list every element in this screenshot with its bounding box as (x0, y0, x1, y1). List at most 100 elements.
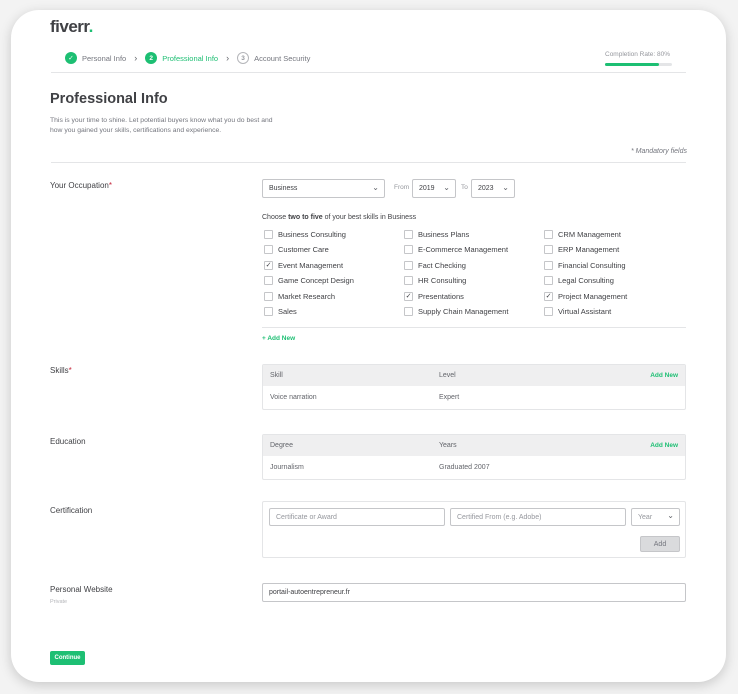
certification-form: Certificate or Award Certified From (e.g… (262, 501, 686, 558)
to-year-select[interactable]: 2023 ⌄ (471, 179, 515, 198)
step-number: 3 (237, 52, 250, 64)
add-certification-button[interactable]: Add (640, 536, 680, 552)
year-placeholder: Year (638, 513, 653, 521)
progress-steps: ✓ Personal Info › 2 Professional Info › … (65, 52, 310, 64)
skill-cell: Voice narration (270, 394, 317, 401)
skills-table-header: Skill Level Add New (263, 365, 685, 386)
step-label: Account Security (254, 53, 311, 63)
skill-checkbox-item[interactable]: Legal Consulting (544, 276, 614, 286)
checkbox[interactable] (404, 276, 413, 286)
skill-checkbox-item[interactable]: HR Consulting (404, 276, 467, 286)
skill-checkbox-item[interactable]: Business Consulting (264, 230, 346, 239)
skill-checkbox-label: Sales (278, 307, 297, 316)
checkbox[interactable] (264, 307, 273, 316)
page-intro: This is your time to shine. Let potentia… (50, 117, 273, 134)
checkbox-checked[interactable]: ✓ (404, 291, 413, 301)
skill-checkbox-item[interactable]: Market Research (264, 291, 336, 301)
skill-checkbox-label: Virtual Assistant (558, 307, 612, 316)
skill-checkbox-label: Business Plans (418, 230, 470, 239)
add-new-skill-link[interactable]: Add New (650, 372, 678, 379)
certified-from-input[interactable]: Certified From (e.g. Adobe) (450, 508, 626, 526)
section-divider (51, 162, 686, 163)
education-label: Education (50, 437, 86, 446)
to-year-value: 2023 (478, 185, 494, 192)
checkbox[interactable] (404, 260, 413, 270)
checkbox[interactable] (404, 230, 413, 239)
skill-checkbox-item[interactable]: Financial Consulting (544, 260, 626, 270)
checkbox[interactable] (264, 291, 273, 301)
certification-label: Certification (50, 506, 93, 515)
skill-checkbox-item[interactable]: ✓ Presentations (404, 291, 464, 301)
checkbox-checked[interactable]: ✓ (264, 260, 273, 270)
skill-checkbox-item[interactable]: ✓ Event Management (264, 260, 343, 270)
checkbox[interactable] (404, 307, 413, 316)
step-account-security[interactable]: 3 Account Security (237, 52, 310, 64)
checkbox[interactable] (544, 307, 553, 316)
add-new-education-link[interactable]: Add New (650, 442, 678, 449)
fiverr-logo[interactable]: fiverr. (50, 17, 93, 37)
checkbox[interactable] (544, 260, 553, 270)
skill-column-header: Skill (270, 372, 283, 379)
certificate-name-input[interactable]: Certificate or Award (269, 508, 445, 526)
occupation-value: Business (269, 185, 298, 192)
occupation-select[interactable]: Business ⌄ (262, 179, 385, 198)
skills-instruction: Choose two to five of your best skills i… (262, 214, 417, 221)
level-cell: Expert (439, 394, 460, 401)
to-label: To (461, 184, 468, 191)
skill-checkbox-item[interactable]: CRM Management (544, 230, 621, 239)
checkbox[interactable] (264, 245, 273, 255)
skill-checkbox-item[interactable]: E-Commerce Management (404, 245, 508, 255)
skill-checkbox-item[interactable]: Customer Care (264, 245, 329, 255)
degree-column-header: Degree (270, 442, 293, 449)
skill-checkbox-label: Game Concept Design (278, 276, 354, 286)
skill-checkbox-label: Market Research (278, 291, 336, 301)
check-icon: ✓ (65, 52, 77, 64)
skill-checkbox-item[interactable]: Sales (264, 307, 297, 316)
step-professional-info[interactable]: 2 Professional Info (145, 52, 218, 64)
chevron-right-icon: › (134, 53, 138, 63)
skill-checkbox-item[interactable]: Business Plans (404, 230, 469, 239)
skill-checkbox-label: ERP Management (558, 245, 620, 255)
skill-checkbox-item[interactable]: Supply Chain Management (404, 307, 508, 316)
chevron-right-icon: › (226, 53, 230, 63)
skill-checkbox-label: Presentations (418, 291, 464, 301)
continue-button[interactable]: Continue (50, 651, 85, 665)
chevron-down-icon: ⌄ (443, 183, 450, 192)
table-row[interactable]: Journalism Graduated 2007 (263, 456, 685, 479)
chevron-down-icon: ⌄ (667, 511, 674, 520)
from-year-select[interactable]: 2019 ⌄ (412, 179, 456, 198)
checkbox-checked[interactable]: ✓ (544, 291, 553, 301)
chevron-down-icon: ⌄ (372, 183, 379, 192)
level-column-header: Level (439, 372, 456, 379)
checkbox[interactable] (264, 230, 273, 239)
skill-checkbox-label: Customer Care (278, 245, 329, 255)
education-table-header: Degree Years Add New (263, 435, 685, 456)
occupation-divider (262, 327, 686, 328)
checkbox[interactable] (404, 245, 413, 255)
skill-checkbox-item[interactable]: Game Concept Design (264, 276, 354, 286)
skill-checkbox-label: HR Consulting (418, 276, 467, 286)
occupation-label: Your Occupation* (50, 181, 112, 190)
years-cell: Graduated 2007 (439, 464, 490, 471)
page-title: Professional Info (50, 91, 168, 107)
checkbox[interactable] (264, 276, 273, 286)
checkbox[interactable] (544, 276, 553, 286)
skill-checkbox-label: Financial Consulting (558, 260, 626, 270)
skill-checkbox-item[interactable]: Fact Checking (404, 260, 466, 270)
completion-progress-fill (605, 63, 659, 66)
skills-table: Skill Level Add New Voice narration Expe… (262, 364, 686, 410)
skill-checkbox-item[interactable]: Virtual Assistant (544, 307, 611, 316)
step-label: Professional Info (162, 53, 219, 63)
step-personal-info[interactable]: ✓ Personal Info (65, 52, 126, 64)
mandatory-note: * Mandatory fields (630, 148, 687, 155)
from-year-value: 2019 (419, 185, 435, 192)
skill-checkbox-item[interactable]: ERP Management (544, 245, 620, 255)
checkbox[interactable] (544, 245, 553, 255)
table-row[interactable]: Voice narration Expert (263, 386, 685, 409)
personal-website-input[interactable]: portail-autoentrepreneur.fr (262, 583, 686, 602)
checkbox[interactable] (544, 230, 553, 239)
certification-year-select[interactable]: Year ⌄ (631, 508, 680, 526)
from-label: From (394, 184, 410, 191)
skill-checkbox-item[interactable]: ✓ Project Management (544, 291, 627, 301)
add-new-occupation-link[interactable]: + Add New (262, 335, 295, 342)
